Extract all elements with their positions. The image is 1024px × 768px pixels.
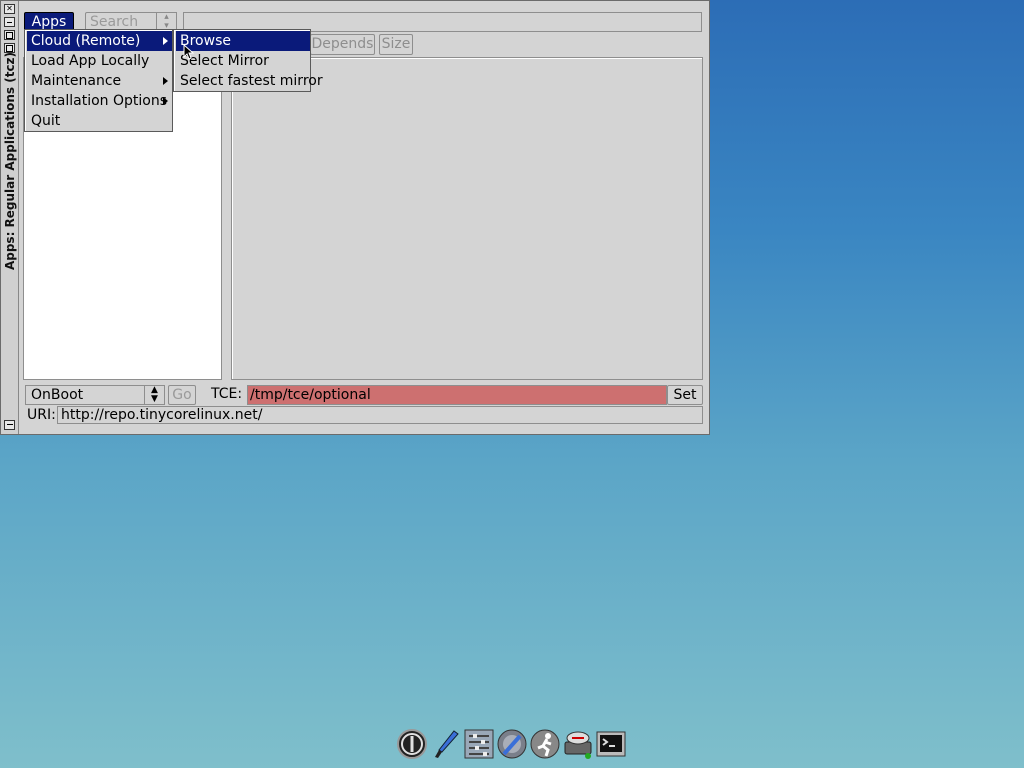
tce-label: TCE: bbox=[211, 386, 243, 402]
menu-item-select-mirror[interactable]: Select Mirror bbox=[176, 51, 310, 71]
window-titlebar[interactable]: ✕ Apps: Regular Applications (tcz) bbox=[1, 1, 19, 434]
uri-label: URI: bbox=[27, 407, 56, 423]
mouse-cursor-icon bbox=[183, 44, 195, 60]
minimize-icon[interactable] bbox=[4, 17, 15, 27]
submenu-arrow-icon bbox=[163, 37, 168, 45]
control-panel-icon[interactable] bbox=[463, 728, 495, 760]
tab-depends[interactable]: Depends bbox=[310, 34, 375, 55]
apps-installer-icon[interactable] bbox=[562, 728, 594, 760]
menu-item-maintenance[interactable]: Maintenance bbox=[27, 71, 172, 91]
app-info-panel[interactable] bbox=[231, 57, 703, 380]
maximize-icon[interactable] bbox=[4, 30, 15, 40]
dock bbox=[396, 726, 629, 762]
menu-item-label: Quit bbox=[31, 113, 61, 129]
tce-path-field[interactable]: /tmp/tce/optional bbox=[247, 385, 667, 405]
tab-size[interactable]: Size bbox=[379, 34, 413, 55]
onboot-spinner-icon[interactable]: ▲ ▼ bbox=[144, 385, 165, 405]
power-icon[interactable] bbox=[396, 728, 428, 760]
resize-icon[interactable] bbox=[4, 420, 15, 430]
menu-item-quit[interactable]: Quit bbox=[27, 111, 172, 131]
window-title: Apps: Regular Applications (tcz) bbox=[0, 52, 20, 270]
cloud-submenu: Browse Select Mirror Select fastest mirr… bbox=[173, 29, 323, 92]
menu-item-label: Load App Locally bbox=[31, 53, 150, 69]
terminal-icon[interactable] bbox=[595, 728, 627, 760]
submenu-arrow-icon bbox=[163, 97, 168, 105]
menu-item-label: Maintenance bbox=[31, 73, 122, 89]
menu-item-label: Installation Options bbox=[31, 93, 168, 109]
window-title-text: Apps: Regular Applications (tcz) bbox=[3, 51, 17, 271]
set-button[interactable]: Set bbox=[667, 385, 703, 405]
apps-menu: Cloud (Remote) Load App Locally Maintena… bbox=[24, 29, 173, 132]
go-button[interactable]: Go bbox=[168, 385, 196, 405]
menu-item-browse[interactable]: Browse bbox=[176, 31, 310, 51]
menu-item-label: Cloud (Remote) bbox=[31, 33, 141, 49]
menu-item-cloud-remote[interactable]: Cloud (Remote) bbox=[27, 31, 172, 51]
close-icon[interactable]: ✕ bbox=[4, 4, 15, 14]
menu-item-select-fastest-mirror[interactable]: Select fastest mirror bbox=[176, 71, 323, 91]
uri-field[interactable]: http://repo.tinycorelinux.net/ bbox=[57, 406, 703, 424]
submenu-arrow-icon bbox=[163, 77, 168, 85]
mount-tool-icon[interactable] bbox=[496, 728, 528, 760]
menu-item-load-app-locally[interactable]: Load App Locally bbox=[27, 51, 172, 71]
paintbrush-icon[interactable] bbox=[430, 728, 462, 760]
runner-icon[interactable] bbox=[529, 728, 561, 760]
menu-item-installation-options[interactable]: Installation Options bbox=[27, 91, 172, 111]
